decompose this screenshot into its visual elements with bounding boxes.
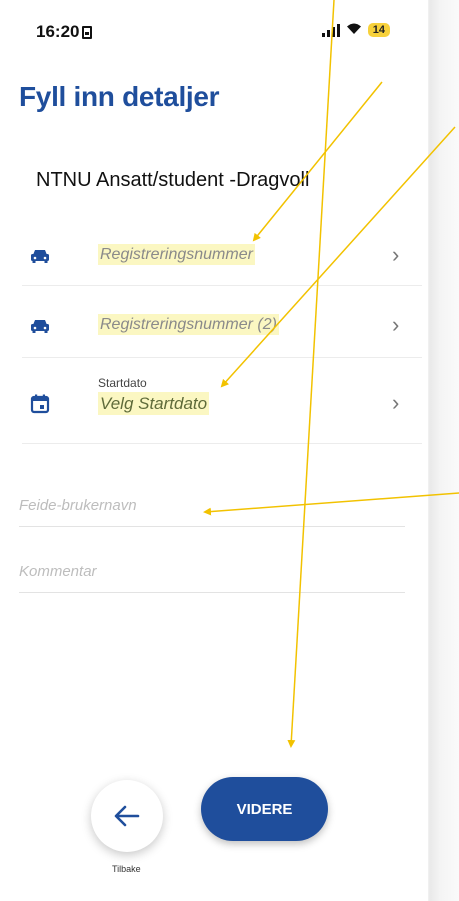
registration-number-label: Registreringsnummer — [98, 244, 255, 265]
start-date-value: Velg Startdato — [98, 392, 210, 415]
chevron-right-icon: › — [392, 312, 400, 337]
location-name: NTNU Ansatt/student -Dragvoll — [36, 169, 310, 191]
start-date-row[interactable]: Startdato Velg Startdato › — [22, 362, 422, 444]
status-time: 16:20 — [36, 22, 93, 42]
chevron-right-icon: › — [392, 390, 400, 415]
car-icon — [31, 250, 49, 263]
start-date-caption: Startdato — [98, 376, 147, 390]
status-indicators: 14 — [321, 22, 390, 38]
registration-number-2-label: Registreringsnummer (2) — [98, 314, 279, 335]
feide-username-input[interactable]: Feide-brukernavn — [19, 497, 405, 527]
back-button[interactable] — [91, 780, 163, 852]
registration-number-row[interactable]: Registreringsnummer › — [22, 228, 422, 286]
phone-screen: 16:20 14 Fyll inn detaljer NTNU Ansatt/s… — [0, 0, 428, 901]
comment-input[interactable]: Kommentar — [19, 563, 405, 593]
arrow-left-icon — [114, 805, 140, 827]
wifi-icon — [346, 22, 362, 38]
status-time-text: 16:20 — [36, 22, 80, 41]
car-icon — [31, 320, 49, 333]
battery-badge: 14 — [367, 23, 390, 37]
chevron-right-icon: › — [392, 242, 400, 267]
signal-bars-icon — [321, 23, 340, 37]
screen: 16:20 14 Fyll inn detaljer NTNU Ansatt/s… — [0, 0, 459, 901]
next-button[interactable]: VIDERE — [201, 777, 328, 841]
registration-number-2-row[interactable]: Registreringsnummer (2) › — [22, 294, 422, 358]
start-date-field: Startdato Velg Startdato — [98, 376, 210, 415]
sim-card-icon — [82, 25, 93, 39]
page-title: Fyll inn detaljer — [19, 81, 220, 112]
back-label: Tilbake — [112, 864, 141, 874]
calendar-icon — [30, 394, 50, 414]
